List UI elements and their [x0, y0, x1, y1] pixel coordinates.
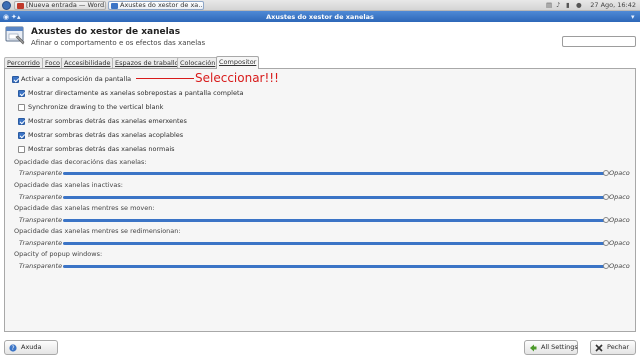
sync-vblank-checkbox[interactable]	[18, 104, 25, 111]
popup-shadows-checkbox[interactable]	[18, 118, 25, 125]
slider-min-label: Transparente	[19, 262, 63, 270]
battery-icon[interactable]: ▮	[566, 1, 570, 9]
clock[interactable]: 27 Ago, 16:42	[590, 1, 636, 9]
back-arrow-icon	[530, 344, 537, 352]
slider-label: Opacidade das xanelas mentres se redimen…	[14, 227, 181, 235]
slider-min-label: Transparente	[19, 169, 63, 177]
close-button-label: Pechar	[607, 343, 630, 351]
slider-max-label: Opaco	[609, 262, 630, 270]
slider-max-label: Opaco	[609, 169, 630, 177]
all-settings-button[interactable]: All Settings	[524, 340, 578, 355]
slider-min-label: Transparente	[19, 216, 63, 224]
svg-text:?: ?	[11, 345, 14, 352]
help-button[interactable]: ? Axuda	[4, 340, 58, 355]
enable-compositing-label[interactable]: Activar a composición da pantalla	[21, 75, 131, 83]
tab-compositor[interactable]: Compositor	[216, 56, 260, 69]
tab-foco[interactable]: Foco	[42, 57, 64, 68]
all-settings-label: All Settings	[541, 343, 578, 351]
top-panel: [Nueva entrada — Word… Axustes do xestor…	[0, 0, 640, 11]
slider-max-label: Opaco	[609, 216, 630, 224]
slider-max-label: Opaco	[609, 193, 630, 201]
taskbar-button-label: [Nueva entrada — Word…	[26, 1, 106, 9]
inactive-opacity-slider[interactable]	[63, 196, 606, 199]
tab-espazos-de-traballo[interactable]: Espazos de traballo	[112, 57, 182, 68]
window-titlebar[interactable]: ◉ ✦ ▴ Axustes do xestor de xanelas ▾	[0, 11, 640, 22]
slider-min-label: Transparente	[19, 193, 63, 201]
slider-label: Opacidade das xanelas mentres se moven:	[14, 204, 155, 212]
network-icon[interactable]: ▤	[546, 1, 552, 9]
dialog-header: Axustes do xestor de xanelas Afinar o co…	[0, 22, 640, 56]
notification-icon[interactable]: ●	[576, 1, 582, 9]
option-label[interactable]: Synchronize drawing to the vertical blan…	[28, 103, 163, 111]
popup-opacity-slider[interactable]	[63, 265, 606, 268]
option-label[interactable]: Mostrar directamente as xanelas sobrepos…	[28, 89, 243, 97]
browser-icon	[17, 3, 24, 9]
help-icon: ?	[9, 344, 17, 352]
move-opacity-slider[interactable]	[63, 219, 606, 222]
dialog-subtitle: Afinar o comportamento e os efectos das …	[31, 39, 206, 47]
option-label[interactable]: Mostrar sombras detrás das xanelas norma…	[28, 145, 175, 153]
taskbar-button-wordpress[interactable]: [Nueva entrada — Word…	[14, 1, 106, 10]
slider-min-label: Transparente	[19, 239, 63, 247]
close-icon	[595, 344, 603, 352]
slider-label: Opacity of popup windows:	[14, 250, 103, 258]
enable-compositing-checkbox[interactable]	[12, 76, 19, 83]
slider-label: Opacidade das xanelas inactivas:	[14, 181, 123, 189]
window-options-icon[interactable]: ▾	[631, 13, 635, 21]
annotation-line	[136, 78, 194, 79]
slider-max-label: Opaco	[609, 239, 630, 247]
slider-label: Opacidade das decoracións das xanelas:	[14, 158, 147, 166]
annotation-text: Seleccionar!!!	[195, 71, 279, 85]
dialog-title: Axustes do xestor de xanelas	[31, 27, 181, 37]
close-button[interactable]: Pechar	[590, 340, 636, 355]
frame-shadows-checkbox[interactable]	[18, 146, 25, 153]
window-manager-settings-icon	[5, 26, 25, 45]
window-title: Axustes do xestor de xanelas	[266, 13, 374, 21]
volume-icon[interactable]: ♪	[556, 1, 560, 9]
decoration-opacity-slider[interactable]	[63, 172, 606, 175]
help-button-label: Axuda	[21, 343, 42, 351]
tab-accesibilidade[interactable]: Accesibilidade	[61, 57, 114, 68]
applications-menu-icon[interactable]	[2, 1, 11, 10]
taskbar-button-window-settings[interactable]: Axustes do xestor de xa…	[108, 1, 204, 10]
option-label[interactable]: Mostrar sombras detrás das xanelas acopl…	[28, 131, 183, 139]
tab-colocacion[interactable]: Colocación	[177, 57, 219, 68]
option-label[interactable]: Mostrar sombras detrás das xanelas emerx…	[28, 117, 187, 125]
resize-opacity-slider[interactable]	[63, 242, 606, 245]
unredirect-fullscreen-checkbox[interactable]	[18, 90, 25, 97]
settings-app-icon	[111, 3, 118, 9]
taskbar-button-label: Axustes do xestor de xa…	[120, 1, 204, 9]
tab-percorrido[interactable]: Percorrido	[4, 57, 43, 68]
search-input[interactable]	[562, 36, 636, 47]
dock-shadows-checkbox[interactable]	[18, 132, 25, 139]
